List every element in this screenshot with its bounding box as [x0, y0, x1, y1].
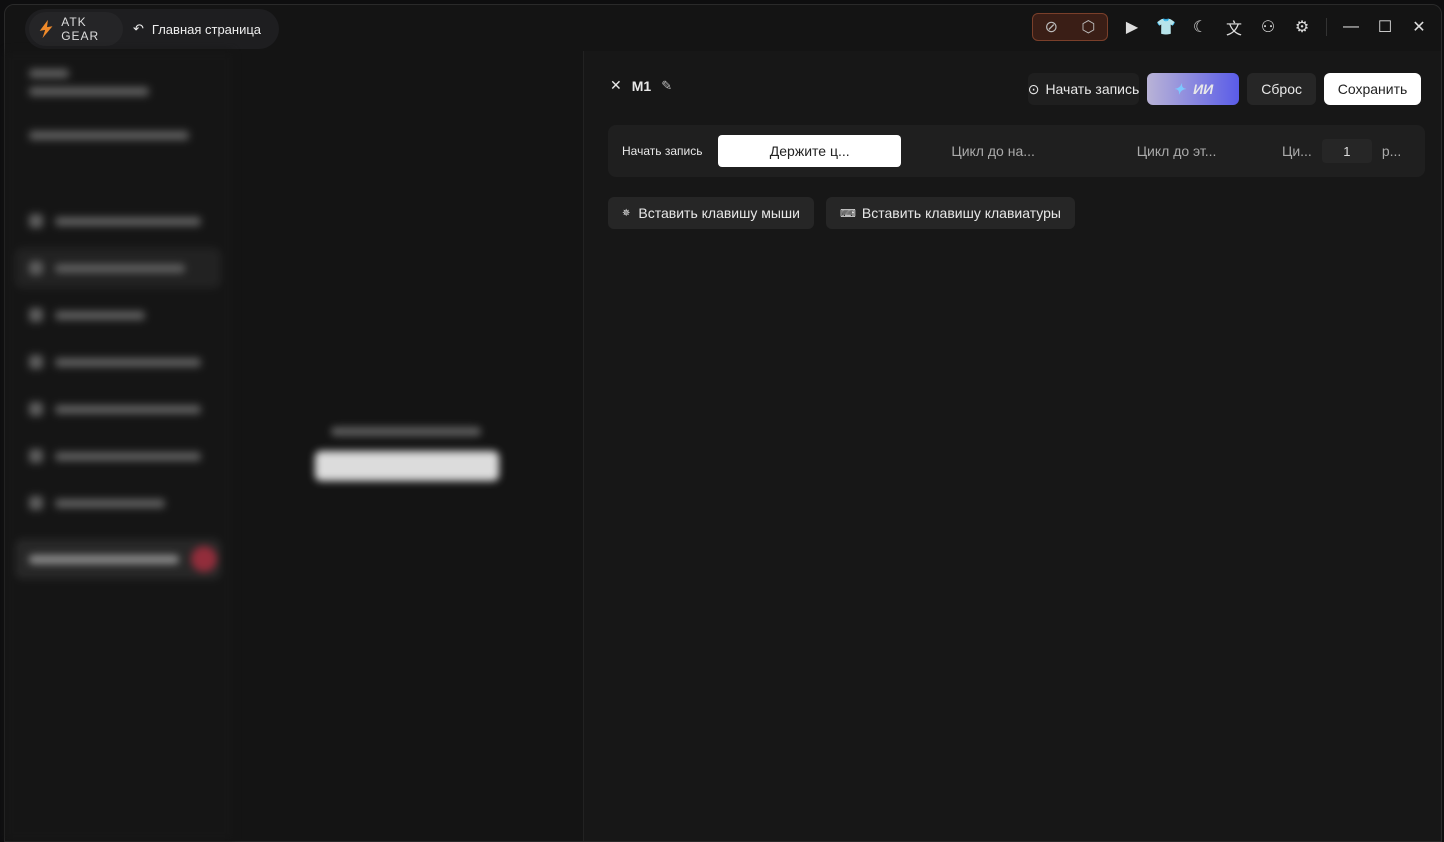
- mode-loop-until-press[interactable]: Цикл до на...: [901, 135, 1084, 167]
- ai-button[interactable]: ✦ ИИ: [1147, 73, 1240, 105]
- start-record-button[interactable]: ⊙ Начать запись: [1027, 73, 1140, 105]
- play-circle-icon: ⊙: [1027, 80, 1040, 97]
- divider: [1326, 18, 1327, 36]
- reset-button[interactable]: Сброс: [1247, 73, 1316, 105]
- close-icon[interactable]: ✕: [610, 77, 622, 94]
- start-record-label: Начать запись: [1045, 81, 1140, 97]
- repeat-count-input[interactable]: 1: [1321, 139, 1372, 163]
- maximize-icon[interactable]: ☐: [1375, 17, 1395, 37]
- record-label: Начать запись: [622, 144, 703, 158]
- insert-keyboard-key-button[interactable]: ⌨ Вставить клавишу клавиатуры: [825, 197, 1075, 229]
- mouse-icon: ✵: [622, 207, 631, 219]
- title-bar: ATK GEAR ↶ Главная страница ⊘ ⬡ ▶ 👕 ☾ 文 ⚇…: [5, 5, 1441, 51]
- sparkle-icon: ✦: [1173, 80, 1186, 97]
- mode-hold[interactable]: Держите ц...: [718, 135, 902, 167]
- status-toggle[interactable]: ⊘ ⬡: [1032, 13, 1108, 41]
- moon-icon[interactable]: ☾: [1190, 17, 1210, 37]
- insert-mouse-label: Вставить клавишу мыши: [638, 205, 800, 221]
- save-button[interactable]: Сохранить: [1324, 73, 1421, 105]
- ai-label: ИИ: [1193, 81, 1214, 97]
- mode-loop-until-release[interactable]: Цикл до эт...: [1085, 135, 1268, 167]
- macro-editor: ✕ M1 ✎ ⊙ Начать запись ✦ ИИ Сброс Сохранит…: [583, 51, 1441, 841]
- shirt-icon[interactable]: 👕: [1156, 17, 1176, 37]
- gear-icon[interactable]: ⚙: [1292, 17, 1312, 37]
- app-window: ATK GEAR ↶ Главная страница ⊘ ⬡ ▶ 👕 ☾ 文 ⚇…: [4, 4, 1442, 842]
- sidebar: [5, 51, 233, 841]
- edit-icon[interactable]: ✎: [661, 78, 672, 94]
- block-icon: ⊘: [1044, 19, 1059, 36]
- home-link[interactable]: ↶ Главная страница: [133, 21, 261, 37]
- mode-loop-count[interactable]: Ци... 1 р...: [1268, 135, 1415, 167]
- macro-name: M1: [631, 77, 652, 94]
- keyboard-icon: ⌨: [839, 207, 856, 220]
- translate-icon[interactable]: 文: [1224, 17, 1244, 38]
- mode-loop-count-label: Ци...: [1281, 143, 1312, 159]
- brand-name: ATK GEAR: [61, 15, 100, 43]
- minimize-icon[interactable]: —: [1341, 17, 1361, 37]
- insert-keyboard-label: Вставить клавишу клавиатуры: [861, 205, 1061, 221]
- home-label: Главная страница: [151, 21, 262, 37]
- lightning-icon: [39, 19, 53, 39]
- user-icon[interactable]: ⚇: [1258, 17, 1278, 37]
- brand-pill: ATK GEAR ↶ Главная страница: [25, 9, 279, 49]
- repeat-suffix: р...: [1381, 143, 1402, 159]
- close-icon[interactable]: ✕: [1409, 17, 1429, 37]
- record-mode-bar: Начать запись Держите ц... Цикл до на...…: [608, 125, 1425, 177]
- insert-mouse-key-button[interactable]: ✵ Вставить клавишу мыши: [608, 197, 814, 229]
- monitor-play-icon[interactable]: ▶: [1122, 17, 1142, 37]
- blurred-background: [5, 51, 583, 841]
- logo[interactable]: ATK GEAR: [29, 12, 123, 46]
- cube-icon: ⬡: [1081, 19, 1096, 36]
- undo-icon: ↶: [133, 21, 144, 36]
